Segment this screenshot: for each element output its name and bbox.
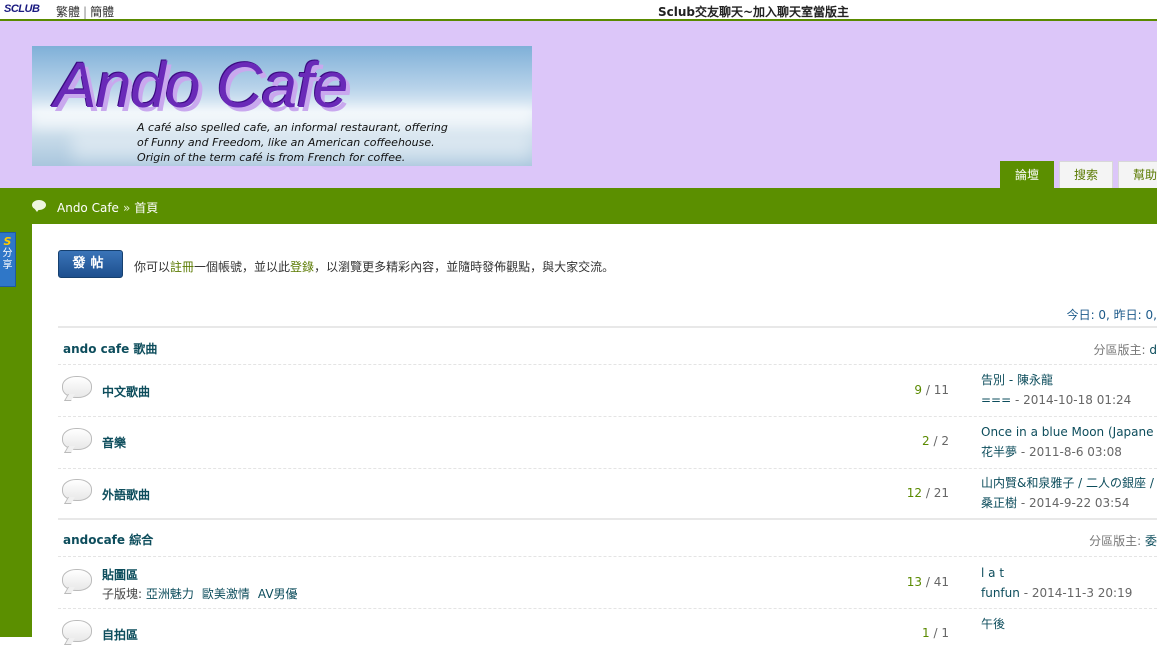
last-post-date: 2011-8-6 03:08 [1029,445,1122,459]
last-post-user-link[interactable]: funfun [981,586,1020,600]
share-label: 分 [0,248,15,260]
moderator-link[interactable]: 委 [1145,534,1157,548]
row-divider [58,364,1157,365]
subforum-link[interactable]: 歐美激情 [202,587,250,601]
forum-counts: 1 / 1 [829,626,949,640]
last-post-date: 2014-9-22 03:54 [1029,496,1130,510]
tagline-line: of Funny and Freedom, like an American c… [137,135,448,150]
breadcrumb-current: 首頁 [134,201,158,215]
post-count: 21 [934,486,949,500]
notice-text: 一個帳號，並以此 [194,260,290,274]
tab-forum[interactable]: 論壇 [1000,161,1054,188]
forum-name-link[interactable]: 外語歌曲 [102,486,150,503]
moderator-link[interactable]: d [1149,343,1157,357]
last-post-title-link[interactable]: 告別 - 陳永龍 [981,370,1131,390]
moderator-label: 分區版主: [1089,534,1141,548]
guest-notice: 你可以註冊一個帳號，並以此登錄，以瀏覽更多精彩內容，並隨時發佈觀點，與大家交流。 [134,258,614,275]
row-divider [58,608,1157,609]
breadcrumb-separator: » [123,201,130,215]
forum-name-link[interactable]: 中文歌曲 [102,383,150,400]
last-post-title-link[interactable]: 午後 [981,614,1005,634]
moderator-label: 分區版主: [1094,343,1146,357]
banner-title: Ando Cafe [54,48,347,122]
forum-status-icon [62,569,92,593]
main-content: 發帖 你可以註冊一個帳號，並以此登錄，以瀏覽更多精彩內容，並隨時發佈觀點，與大家… [32,224,1157,637]
share-button[interactable]: S 分 享 [0,232,16,287]
forum-status-icon [62,428,92,452]
subforum-label: 子版塊: [102,587,142,601]
subforum-link[interactable]: AV男優 [258,587,298,601]
topic-count: 2 [922,434,930,448]
last-post: Once in a blue Moon (Japane 花半夢 - 2011-8… [981,422,1154,462]
site-banner[interactable]: Ando Cafe A café also spelled cafe, an i… [32,46,532,166]
last-post-user-link[interactable]: === [981,393,1011,407]
last-post-title-link[interactable]: Once in a blue Moon (Japane [981,422,1154,442]
forum-name-link[interactable]: 貼圖區 [102,566,138,583]
share-label: 享 [0,260,15,272]
post-count: 41 [934,575,949,589]
tab-help[interactable]: 幫助 [1118,161,1157,188]
category-divider [58,518,1157,520]
last-post-user-link[interactable]: 花半夢 [981,445,1017,459]
register-link[interactable]: 註冊 [170,260,194,274]
topic-count: 12 [907,486,922,500]
tab-search[interactable]: 搜索 [1059,161,1113,188]
tagline-line: A café also spelled cafe, an informal re… [137,120,448,135]
category-divider [58,326,1157,328]
site-header: Ando Cafe A café also spelled cafe, an i… [0,21,1157,188]
promo-banner: Sclub交友聊天~加入聊天室當版主 [0,3,1157,20]
last-post: l a t funfun - 2014-11-3 20:19 [981,563,1132,603]
last-post-date: 2014-10-18 01:24 [1023,393,1131,407]
last-post-title-link[interactable]: l a t [981,563,1132,583]
post-count: 11 [934,383,949,397]
promo-link[interactable]: Sclub交友聊天~加入聊天室當版主 [658,5,849,19]
post-count: 1 [941,626,949,640]
breadcrumb-bar: Ando Cafe » 首頁 [0,188,1157,224]
topic-count: 9 [914,383,922,397]
forum-counts: 13 / 41 [829,575,949,589]
last-post: 山内賢&和泉雅子 / 二人の銀座 / 桑正樹 - 2014-9-22 03:54 [981,473,1154,513]
subforum-list: 子版塊: 亞洲魅力歐美激情 AV男優 [102,585,306,602]
notice-text: 你可以 [134,260,170,274]
forum-status-icon [62,620,92,644]
notice-text: ，以瀏覽更多精彩內容，並隨時發佈觀點，與大家交流。 [314,260,614,274]
tagline-line: Origin of the term café is from French f… [137,150,448,165]
forum-name-link[interactable]: 自拍區 [102,626,138,643]
row-divider [58,416,1157,417]
last-post: 告別 - 陳永龍 === - 2014-10-18 01:24 [981,370,1131,410]
top-bar: SCLUB 繁體|簡體 Sclub交友聊天~加入聊天室當版主 [0,0,1157,21]
login-link[interactable]: 登錄 [290,260,314,274]
banner-tagline: A café also spelled cafe, an informal re… [137,120,448,165]
speech-bubble-icon [32,200,46,210]
row-divider [58,468,1157,469]
category-title[interactable]: andocafe 綜合 [63,531,153,548]
forum-name-link[interactable]: 音樂 [102,434,126,451]
category-title[interactable]: ando cafe 歌曲 [63,340,157,357]
last-post: 午後 [981,614,1005,634]
forum-counts: 9 / 11 [829,383,949,397]
new-post-button[interactable]: 發帖 [58,250,123,278]
post-stats: 今日: 0, 昨日: 0, [1067,306,1157,323]
forum-status-icon [62,376,92,400]
category-moderator: 分區版主: d [1094,341,1157,358]
last-post-user-link[interactable]: 桑正樹 [981,496,1017,510]
topic-count: 1 [922,626,930,640]
subforum-link[interactable]: 亞洲魅力 [146,587,194,601]
forum-counts: 2 / 2 [829,434,949,448]
last-post-title-link[interactable]: 山内賢&和泉雅子 / 二人の銀座 / [981,473,1154,493]
forum-status-icon [62,479,92,503]
breadcrumb-home-link[interactable]: Ando Cafe [57,201,119,215]
row-divider [58,556,1157,557]
post-count: 2 [941,434,949,448]
last-post-date: 2014-11-3 20:19 [1032,586,1133,600]
breadcrumb: Ando Cafe » 首頁 [57,199,158,216]
topic-count: 13 [907,575,922,589]
forum-counts: 12 / 21 [829,486,949,500]
share-logo-icon: S [0,236,15,248]
category-moderator: 分區版主: 委 [1089,532,1157,549]
